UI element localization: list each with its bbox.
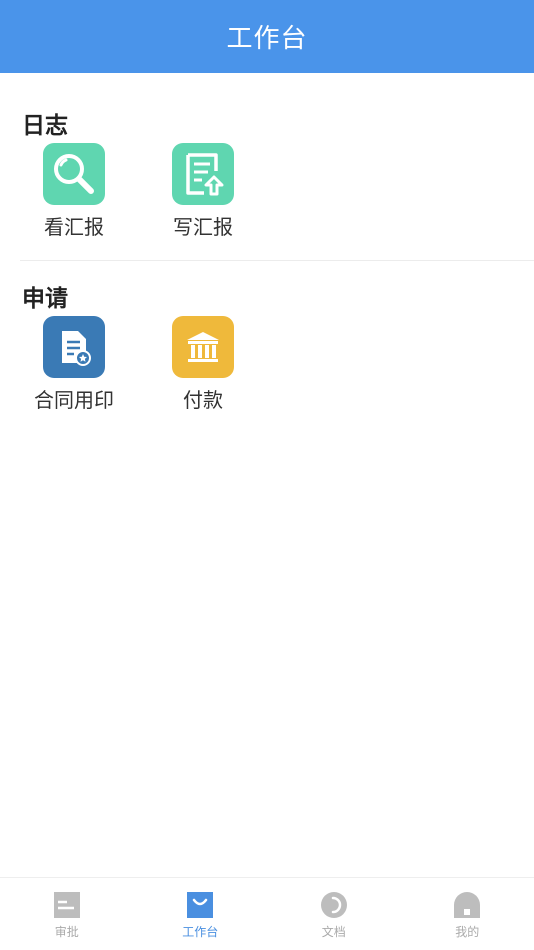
view-report-tile[interactable]: 看汇报 bbox=[14, 143, 134, 240]
document-icon bbox=[320, 892, 347, 918]
write-report-label: 写汇报 bbox=[173, 215, 233, 239]
section-title-apply: 申请 bbox=[22, 286, 68, 312]
tab-document[interactable]: 文档 bbox=[267, 878, 401, 950]
write-report-tile[interactable]: 写汇报 bbox=[143, 143, 263, 240]
report-upload-icon bbox=[172, 143, 234, 205]
tab-approval-label: 审批 bbox=[54, 925, 79, 939]
magnifier-icon bbox=[43, 143, 105, 205]
bottom-tab-bar: 审批 工作台 文档 我的 bbox=[0, 877, 534, 950]
tab-workbench-label: 工作台 bbox=[182, 925, 219, 939]
contract-seal-tile[interactable]: 合同用印 bbox=[14, 316, 134, 413]
tab-document-label: 文档 bbox=[321, 925, 346, 939]
view-report-label: 看汇报 bbox=[44, 215, 104, 239]
section-divider bbox=[20, 260, 534, 261]
contract-seal-label: 合同用印 bbox=[34, 388, 114, 412]
payment-label: 付款 bbox=[183, 388, 223, 412]
bank-icon bbox=[172, 316, 234, 378]
page-title: 工作台 bbox=[226, 24, 308, 54]
workbench-icon bbox=[187, 892, 214, 918]
contract-seal-icon bbox=[43, 316, 105, 378]
profile-icon bbox=[454, 892, 481, 918]
nav-header: 工作台 bbox=[0, 0, 534, 73]
tab-approval[interactable]: 审批 bbox=[0, 878, 134, 950]
tab-profile[interactable]: 我的 bbox=[401, 878, 534, 950]
payment-tile[interactable]: 付款 bbox=[143, 316, 263, 413]
tab-workbench[interactable]: 工作台 bbox=[134, 878, 268, 950]
section-title-log: 日志 bbox=[22, 113, 68, 139]
approval-icon bbox=[53, 892, 80, 918]
tab-profile-label: 我的 bbox=[455, 925, 480, 939]
